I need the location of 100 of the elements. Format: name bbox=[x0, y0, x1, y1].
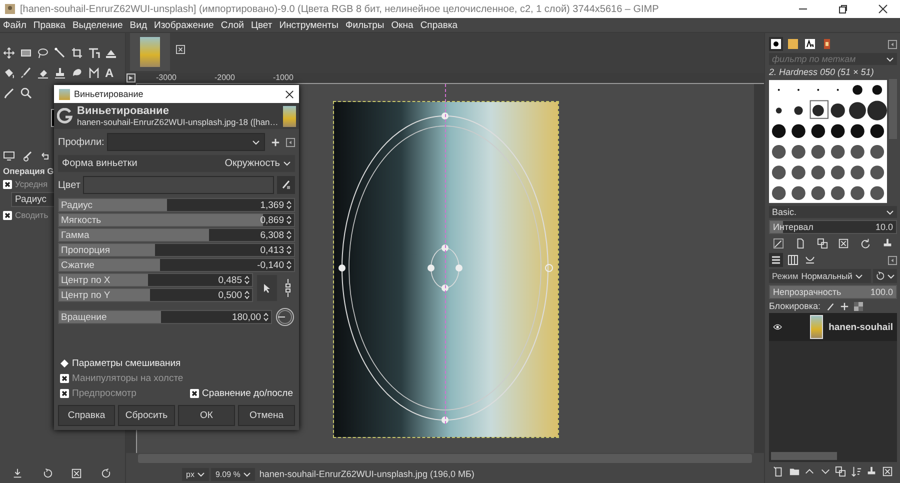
folder-icon[interactable] bbox=[788, 466, 800, 477]
zoom-dropdown[interactable]: 9.09 % bbox=[211, 468, 256, 480]
menu-item[interactable]: Справка bbox=[420, 20, 458, 30]
search-icon[interactable] bbox=[20, 87, 32, 99]
new-document-icon[interactable] bbox=[794, 238, 806, 249]
eraser-icon[interactable] bbox=[37, 67, 49, 79]
horizontal-scrollbar[interactable] bbox=[138, 454, 752, 463]
menu-item[interactable]: Вид bbox=[130, 20, 147, 30]
channels-tab[interactable] bbox=[786, 253, 800, 267]
slider[interactable]: Радиус 1,369 bbox=[58, 198, 295, 212]
stamp-icon[interactable] bbox=[866, 466, 878, 477]
spacing-slider[interactable]: Интервал 10.0 bbox=[769, 220, 897, 234]
path-icon[interactable] bbox=[88, 67, 100, 79]
layers-tab[interactable] bbox=[769, 253, 783, 267]
checkbox[interactable] bbox=[3, 180, 12, 188]
monitor-icon[interactable] bbox=[3, 150, 15, 162]
slider[interactable]: Гамма 6,308 bbox=[58, 228, 295, 242]
tag-dropdown[interactable]: Basic. bbox=[769, 206, 897, 218]
menu-item[interactable]: Инструменты bbox=[279, 20, 338, 30]
spinner-icon[interactable] bbox=[286, 215, 292, 225]
menu-item[interactable]: Фильтры bbox=[345, 20, 384, 30]
slider[interactable]: Пропорция 0,413 bbox=[58, 243, 295, 257]
panel-menu-icon[interactable] bbox=[888, 40, 897, 48]
slider[interactable]: Центр по X 0,485 bbox=[58, 273, 253, 287]
pick-center-button[interactable] bbox=[257, 274, 277, 300]
horizontal-scrollbar[interactable] bbox=[771, 452, 837, 460]
delete-icon[interactable] bbox=[71, 468, 82, 479]
move-icon[interactable] bbox=[840, 302, 849, 310]
menu-item[interactable]: Изображение bbox=[154, 20, 214, 30]
save-icon[interactable] bbox=[12, 468, 24, 479]
delete-icon[interactable] bbox=[882, 466, 893, 477]
smudge-icon[interactable] bbox=[71, 67, 83, 79]
wand-icon[interactable] bbox=[54, 47, 66, 59]
duplicate-icon[interactable] bbox=[835, 466, 846, 477]
spinner-icon[interactable] bbox=[263, 312, 269, 322]
menu-item[interactable]: Цвет bbox=[250, 20, 272, 30]
layer-row[interactable]: hanen-souhail bbox=[769, 313, 897, 341]
expander-icon[interactable] bbox=[60, 359, 69, 368]
eye-icon[interactable] bbox=[773, 322, 782, 332]
brush-grid-drawing[interactable] bbox=[769, 79, 887, 204]
delete-icon[interactable] bbox=[838, 238, 850, 249]
menu-item[interactable]: Слой bbox=[220, 20, 244, 30]
vertical-scrollbar[interactable] bbox=[754, 84, 764, 453]
reset-icon[interactable] bbox=[42, 468, 53, 479]
spinner-icon[interactable] bbox=[244, 290, 250, 300]
shape-dropdown[interactable]: Форма виньетки Окружность bbox=[58, 155, 295, 172]
edit-icon[interactable] bbox=[773, 238, 784, 249]
menu-item[interactable]: Файл bbox=[3, 20, 26, 30]
spinner-icon[interactable] bbox=[286, 260, 292, 270]
unit-dropdown[interactable]: px bbox=[182, 468, 210, 480]
image-tab[interactable] bbox=[130, 33, 170, 71]
mode-dropdown[interactable]: Режим Нормальный bbox=[769, 269, 871, 283]
eyedropper-icon[interactable] bbox=[3, 87, 15, 99]
stamp-icon[interactable] bbox=[882, 238, 893, 249]
spinner-icon[interactable] bbox=[286, 230, 292, 240]
move-icon[interactable] bbox=[3, 47, 15, 59]
crop-icon[interactable] bbox=[71, 47, 83, 59]
composite-mode-button[interactable] bbox=[873, 269, 897, 283]
checkerboard-icon[interactable] bbox=[854, 302, 863, 310]
dialog-button[interactable]: Сбросить bbox=[118, 405, 175, 426]
navigate-icon[interactable] bbox=[126, 73, 136, 83]
restore-icon[interactable] bbox=[838, 4, 848, 14]
refresh-icon[interactable] bbox=[860, 238, 872, 249]
sort-icon[interactable] bbox=[850, 466, 862, 477]
rectangle-select-icon[interactable] bbox=[20, 47, 32, 59]
opacity-slider[interactable]: Непрозрачность 100.0 bbox=[769, 285, 897, 299]
menu-item[interactable]: Выделение bbox=[72, 20, 123, 30]
patterns-tab[interactable] bbox=[786, 37, 800, 51]
panel-menu-icon[interactable] bbox=[888, 256, 897, 264]
slider[interactable]: Вращение 180,00 bbox=[58, 310, 272, 324]
color-picker-button[interactable] bbox=[277, 176, 295, 194]
slider[interactable]: Центр по Y 0,500 bbox=[58, 288, 253, 302]
brushes-tab[interactable] bbox=[769, 37, 783, 51]
brush-icon[interactable] bbox=[21, 150, 33, 162]
lasso-icon[interactable] bbox=[37, 47, 49, 59]
rotation-dial-icon[interactable] bbox=[275, 307, 295, 327]
menu-item[interactable]: Правка bbox=[33, 20, 66, 30]
fonts-tab[interactable] bbox=[803, 37, 817, 51]
chain-icon[interactable] bbox=[284, 278, 292, 298]
dialog-button[interactable]: Справка bbox=[58, 405, 115, 426]
text-tool[interactable]: A bbox=[105, 67, 117, 79]
undo-icon[interactable] bbox=[39, 150, 51, 162]
stamp-icon[interactable] bbox=[54, 67, 66, 79]
dialog-button[interactable]: ОК bbox=[178, 405, 235, 426]
dialog-button[interactable]: Отмена bbox=[238, 405, 295, 426]
duplicate-icon[interactable] bbox=[816, 238, 828, 249]
close-icon[interactable] bbox=[285, 90, 294, 98]
fill-icon[interactable] bbox=[3, 67, 15, 79]
transform-icon[interactable] bbox=[88, 47, 100, 59]
restore-icon[interactable] bbox=[100, 468, 112, 479]
add-icon[interactable] bbox=[271, 138, 280, 146]
spinner-icon[interactable] bbox=[286, 200, 292, 210]
checkbox[interactable] bbox=[190, 389, 200, 398]
slider[interactable]: Мягкость 0,869 bbox=[58, 213, 295, 227]
close-icon[interactable] bbox=[878, 4, 888, 14]
spinner-icon[interactable] bbox=[244, 275, 250, 285]
new-layer-icon[interactable] bbox=[773, 466, 784, 477]
brush-icon[interactable] bbox=[20, 67, 32, 79]
slider[interactable]: Сжатие -0,140 bbox=[58, 258, 295, 272]
menu-item[interactable]: Окна bbox=[391, 20, 414, 30]
